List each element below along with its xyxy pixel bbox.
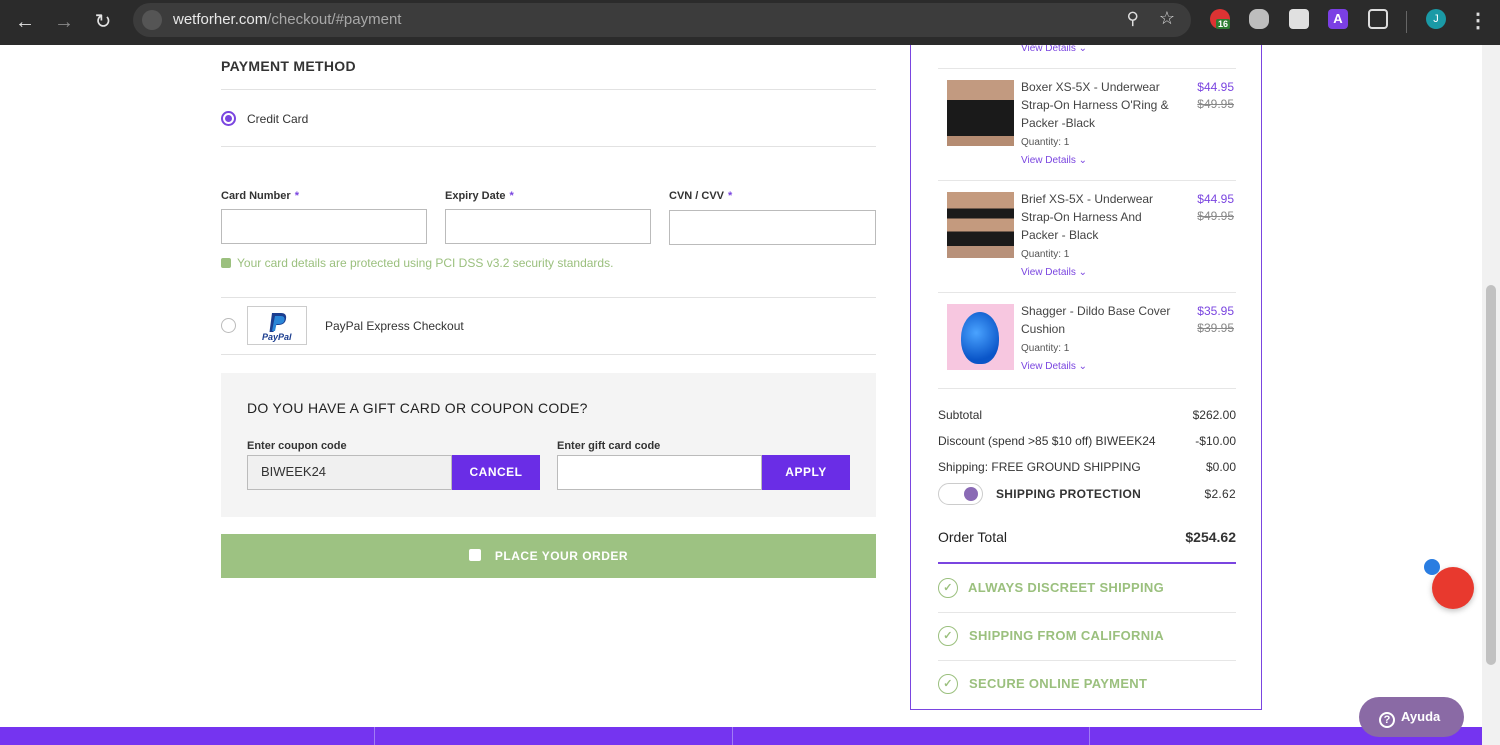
apply-gift-card-button[interactable]: APPLY: [762, 455, 850, 490]
credit-card-radio[interactable]: [221, 111, 236, 126]
product-name[interactable]: Shagger - Dildo Base Cover Cushion: [1021, 302, 1181, 338]
cvv-label: CVN / CVV *: [669, 190, 733, 202]
coupon-code-label: Enter coupon code: [247, 440, 347, 452]
chat-user-icon: [1424, 559, 1440, 575]
cloud-extension-icon[interactable]: [1249, 9, 1269, 29]
coupon-section: DO YOU HAVE A GIFT CARD OR COUPON CODE? …: [221, 373, 876, 517]
credit-card-label: Credit Card: [247, 112, 309, 126]
paypal-label: PayPal Express Checkout: [325, 319, 464, 333]
product-image-boxer[interactable]: [947, 80, 1014, 146]
address-bar[interactable]: wetforher.com/checkout/#payment ⚲ ☆: [133, 3, 1191, 37]
divider: [938, 292, 1236, 293]
product-price: $35.95: [1197, 304, 1234, 318]
divider: [938, 388, 1236, 389]
check-circle-icon: ✓: [938, 674, 958, 694]
page-scrollbar[interactable]: [1482, 45, 1500, 745]
product-name[interactable]: Brief XS-5X - Underwear Strap-On Harness…: [1021, 190, 1181, 244]
product-quantity: Quantity: 1: [1021, 343, 1070, 354]
cushion-shape: [961, 312, 999, 364]
profile-avatar[interactable]: J: [1426, 9, 1446, 29]
product-price: $44.95: [1197, 192, 1234, 206]
discreet-shipping-badge: ✓ ALWAYS DISCREET SHIPPING: [938, 564, 1236, 612]
coupon-heading: DO YOU HAVE A GIFT CARD OR COUPON CODE?: [247, 400, 588, 416]
product-original-price: $49.95: [1197, 97, 1234, 111]
scrollbar-thumb[interactable]: [1486, 285, 1496, 665]
browser-toolbar: ← → ↻ wetforher.com/checkout/#payment ⚲ …: [0, 0, 1500, 45]
chat-bubble-icon: [1432, 567, 1474, 609]
a-extension-icon[interactable]: A: [1328, 9, 1348, 29]
product-original-price: $49.95: [1197, 209, 1234, 223]
expiry-date-input[interactable]: [445, 209, 651, 244]
shipping-row: Shipping: FREE GROUND SHIPPING $0.00: [938, 460, 1236, 474]
security-note: Your card details are protected using PC…: [221, 256, 613, 270]
lock-icon: [468, 549, 481, 561]
order-total-row: Order Total $254.62: [938, 529, 1236, 545]
view-details-link[interactable]: View Details ⌄: [1021, 155, 1087, 166]
zoom-icon[interactable]: ⚲: [1127, 9, 1139, 29]
photo-extension-icon[interactable]: [1289, 9, 1309, 29]
check-circle-icon: ✓: [938, 578, 958, 598]
bookmark-star-icon[interactable]: ☆: [1159, 8, 1175, 29]
extensions-puzzle-icon[interactable]: [1368, 9, 1388, 29]
divider: [221, 354, 876, 355]
site-info-icon[interactable]: [142, 10, 162, 30]
paypal-logo: PayPal: [247, 306, 307, 345]
help-question-icon: ?: [1379, 712, 1395, 728]
check-circle-icon: ✓: [938, 626, 958, 646]
forward-icon[interactable]: →: [50, 8, 78, 36]
subtotal-row: Subtotal $262.00: [938, 408, 1236, 422]
product-image-brief[interactable]: [947, 192, 1014, 258]
cancel-coupon-button[interactable]: CANCEL: [452, 455, 540, 490]
paypal-radio[interactable]: [221, 318, 236, 333]
product-quantity: Quantity: 1: [1021, 137, 1070, 148]
place-order-button[interactable]: PLACE YOUR ORDER: [221, 534, 876, 578]
cvv-input[interactable]: [669, 210, 876, 245]
shipping-protection-toggle[interactable]: [938, 483, 983, 505]
california-shipping-badge: ✓ SHIPPING FROM CALIFORNIA: [938, 612, 1236, 660]
shipping-protection-row: SHIPPING PROTECTION $2.62: [996, 487, 1236, 501]
reload-icon[interactable]: ↻: [89, 8, 117, 36]
coupon-code-input[interactable]: BIWEEK24: [247, 455, 452, 490]
product-image-shagger[interactable]: [947, 304, 1014, 370]
footer-divider: [374, 727, 375, 745]
divider: [938, 180, 1236, 181]
paypal-logo-text: PayPal: [262, 332, 292, 342]
extension-badge: 16: [1216, 19, 1231, 29]
extension-icon[interactable]: 16: [1210, 9, 1231, 29]
discount-row: Discount (spend >85 $10 off) BIWEEK24 -$1…: [938, 434, 1236, 448]
browser-menu-icon[interactable]: ⋮: [1468, 8, 1488, 33]
footer-bar: [0, 727, 1482, 745]
footer-divider: [1089, 727, 1090, 745]
chat-widget[interactable]: [1424, 559, 1482, 609]
url-text: wetforher.com/checkout/#payment: [173, 11, 402, 28]
card-number-label: Card Number *: [221, 190, 299, 202]
secure-payment-badge: ✓ SECURE ONLINE PAYMENT: [938, 660, 1236, 708]
expiry-date-label: Expiry Date *: [445, 190, 514, 202]
product-price: $44.95: [1197, 80, 1234, 94]
view-details-link[interactable]: View Details ⌄: [1021, 267, 1087, 278]
footer-divider: [732, 727, 733, 745]
card-number-input[interactable]: [221, 209, 427, 244]
divider: [221, 89, 876, 90]
toolbar-divider: [1406, 11, 1407, 33]
gift-card-label: Enter gift card code: [557, 440, 661, 452]
view-details-link[interactable]: View Details ⌄: [1021, 361, 1087, 372]
toggle-knob: [964, 487, 978, 501]
checkout-page: PAYMENT METHOD Credit Card Card Number * …: [0, 45, 1482, 745]
divider: [221, 146, 876, 147]
divider: [221, 297, 876, 298]
view-details-link[interactable]: View Details ⌄: [1021, 45, 1087, 54]
back-icon[interactable]: ←: [11, 8, 39, 36]
product-original-price: $39.95: [1197, 321, 1234, 335]
product-quantity: Quantity: 1: [1021, 249, 1070, 260]
gift-card-input[interactable]: [557, 455, 762, 490]
product-name[interactable]: Boxer XS-5X - Underwear Strap-On Harness…: [1021, 78, 1181, 132]
divider: [938, 68, 1236, 69]
payment-method-heading: PAYMENT METHOD: [221, 58, 356, 74]
order-summary: View Details ⌄ Boxer XS-5X - Underwear S…: [910, 45, 1262, 710]
help-button[interactable]: ? Ayuda: [1359, 697, 1464, 737]
lock-icon: [221, 258, 231, 268]
